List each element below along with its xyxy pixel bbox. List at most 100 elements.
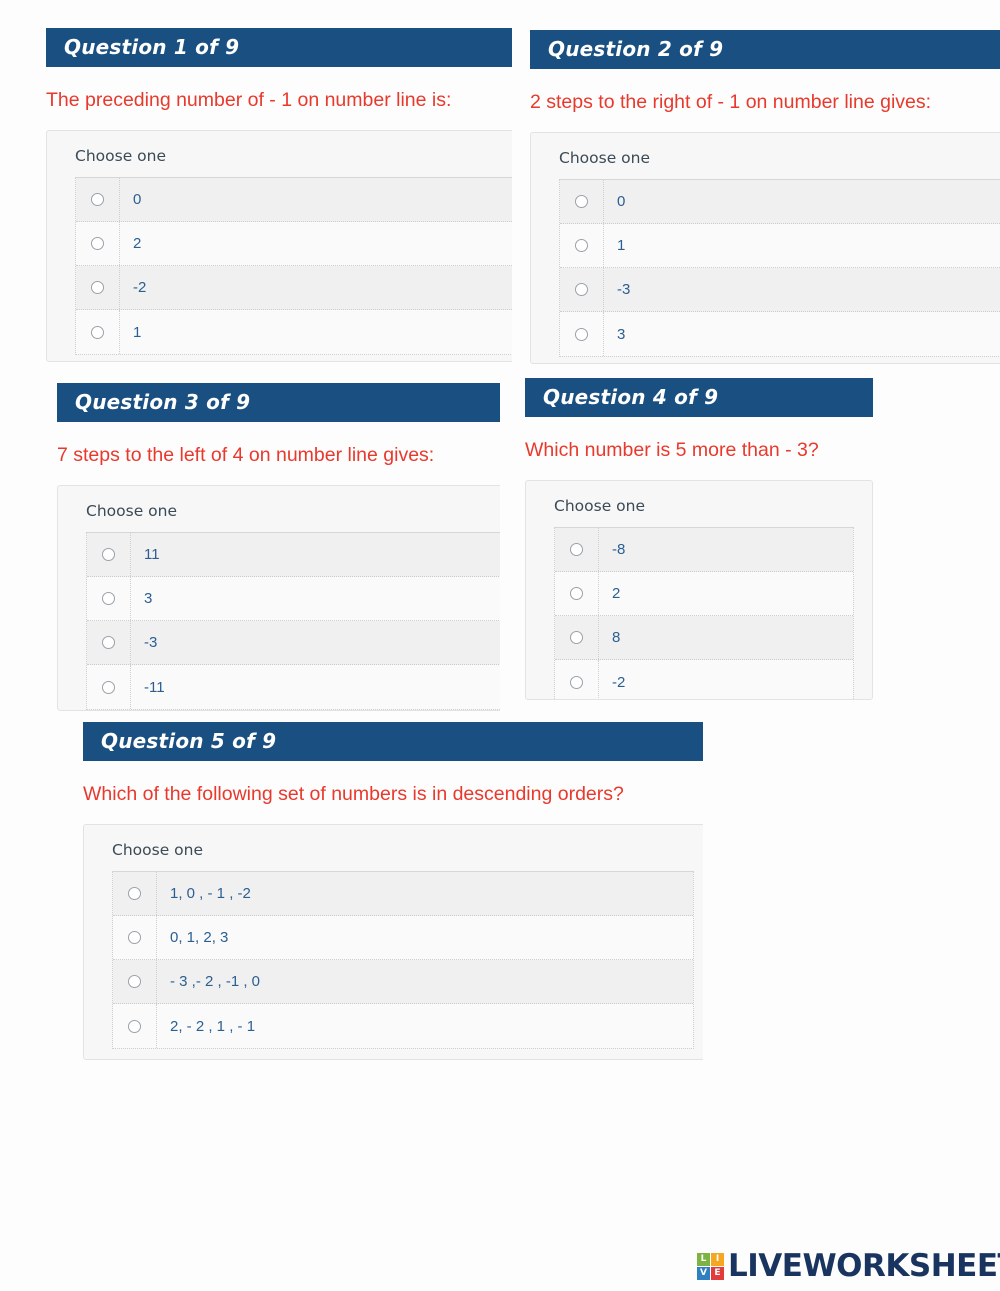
option-row[interactable]: -2 — [76, 266, 512, 311]
question-prompt-5: Which of the following set of numbers is… — [83, 783, 624, 805]
option-label: 3 — [144, 590, 153, 608]
logo-wordmark: LIVEWORKSHEETS — [728, 1247, 1000, 1284]
radio-cell[interactable] — [560, 180, 604, 224]
radio-button-icon[interactable] — [128, 931, 141, 945]
question-header-4: Question 4 of 9 — [525, 378, 873, 417]
radio-button-icon[interactable] — [102, 592, 115, 606]
choose-one-label-1: Choose one — [75, 147, 166, 166]
radio-cell[interactable] — [76, 222, 120, 266]
option-row[interactable]: 2 — [555, 572, 853, 617]
radio-cell[interactable] — [113, 872, 157, 916]
option-row[interactable]: 2, - 2 , 1 , - 1 — [113, 1004, 693, 1049]
options-table-1: 0 2 -2 1 — [75, 177, 512, 356]
options-table-5: 1, 0 , - 1 , -2 0, 1, 2, 3 - 3 ,- 2 , -1… — [112, 871, 694, 1050]
option-row[interactable]: 0 — [76, 178, 512, 223]
radio-button-icon[interactable] — [575, 327, 588, 341]
radio-cell[interactable] — [76, 178, 120, 222]
radio-button-icon[interactable] — [102, 680, 115, 694]
option-row[interactable]: 1 — [76, 310, 512, 355]
option-row[interactable]: 0 — [560, 180, 1000, 225]
question-block-2: Question 2 of 9 2 steps to the right of … — [530, 30, 1000, 368]
option-row[interactable]: 1, 0 , - 1 , -2 — [113, 872, 693, 917]
option-row[interactable]: -2 — [555, 660, 853, 700]
option-row[interactable]: 0, 1, 2, 3 — [113, 916, 693, 961]
logo-block-i: I — [711, 1252, 724, 1266]
option-label: 3 — [617, 325, 626, 343]
option-row[interactable]: -11 — [87, 665, 500, 710]
logo-block-l: L — [697, 1252, 710, 1266]
option-label: - 3 ,- 2 , -1 , 0 — [170, 973, 261, 991]
option-row[interactable]: 3 — [560, 312, 1000, 357]
radio-button-icon[interactable] — [91, 193, 104, 207]
option-label: -2 — [612, 673, 626, 691]
question-prompt-2: 2 steps to the right of - 1 on number li… — [530, 91, 932, 113]
question-header-1: Question 1 of 9 — [46, 28, 512, 67]
liveworksheets-logo[interactable]: L I V E LIVEWORKSHEETS — [697, 1248, 1000, 1284]
question-prompt-3: 7 steps to the left of 4 on number line … — [57, 444, 435, 466]
radio-cell[interactable] — [76, 266, 120, 310]
radio-cell[interactable] — [113, 1004, 157, 1049]
radio-cell[interactable] — [560, 224, 604, 268]
option-row[interactable]: 2 — [76, 222, 512, 267]
radio-button-icon[interactable] — [91, 281, 104, 295]
radio-cell[interactable] — [113, 916, 157, 960]
radio-cell[interactable] — [555, 572, 599, 616]
radio-cell[interactable] — [76, 310, 120, 355]
option-row[interactable]: 8 — [555, 616, 853, 661]
option-label: 2, - 2 , 1 , - 1 — [170, 1017, 256, 1035]
option-label: 2 — [133, 235, 142, 253]
radio-cell[interactable] — [87, 621, 131, 665]
option-row[interactable]: -8 — [555, 528, 853, 573]
question-prompt-4: Which number is 5 more than - 3? — [525, 439, 819, 461]
radio-cell[interactable] — [555, 660, 599, 700]
options-box-4: Choose one -8 2 8 -2 — [525, 480, 873, 701]
radio-button-icon[interactable] — [570, 587, 583, 601]
option-label: 1 — [617, 237, 626, 255]
choose-one-label-2: Choose one — [559, 149, 650, 168]
radio-cell[interactable] — [560, 268, 604, 312]
radio-button-icon[interactable] — [102, 548, 115, 562]
radio-button-icon[interactable] — [128, 1019, 141, 1033]
radio-button-icon[interactable] — [128, 975, 141, 989]
radio-button-icon[interactable] — [91, 237, 104, 251]
radio-button-icon[interactable] — [575, 283, 588, 297]
radio-button-icon[interactable] — [575, 239, 588, 253]
question-header-2: Question 2 of 9 — [530, 30, 1000, 69]
radio-cell[interactable] — [555, 616, 599, 660]
option-label: 11 — [144, 546, 160, 564]
question-header-3: Question 3 of 9 — [57, 383, 500, 422]
radio-cell[interactable] — [113, 960, 157, 1004]
question-block-1: Question 1 of 9 The preceding number of … — [46, 28, 512, 363]
radio-button-icon[interactable] — [575, 195, 588, 209]
question-block-3: Question 3 of 9 7 steps to the left of 4… — [57, 383, 500, 713]
options-table-4: -8 2 8 -2 — [554, 527, 854, 700]
radio-cell[interactable] — [87, 577, 131, 621]
radio-button-icon[interactable] — [570, 675, 583, 689]
radio-button-icon[interactable] — [91, 325, 104, 339]
radio-cell[interactable] — [87, 533, 131, 577]
option-row[interactable]: 1 — [560, 224, 1000, 269]
options-box-5: Choose one 1, 0 , - 1 , -2 0, 1, 2, 3 - … — [83, 824, 703, 1061]
radio-cell[interactable] — [555, 528, 599, 572]
option-label: -3 — [617, 281, 631, 299]
choose-one-label-5: Choose one — [112, 841, 203, 860]
radio-cell[interactable] — [560, 312, 604, 357]
radio-cell[interactable] — [87, 665, 131, 710]
options-table-2: 0 1 -3 3 — [559, 179, 1000, 358]
radio-button-icon[interactable] — [570, 543, 583, 557]
option-label: 0 — [133, 191, 142, 209]
option-row[interactable]: - 3 ,- 2 , -1 , 0 — [113, 960, 693, 1005]
option-row[interactable]: 11 — [87, 533, 500, 578]
options-box-3: Choose one 11 3 -3 -11 — [57, 485, 500, 712]
radio-button-icon[interactable] — [570, 631, 583, 645]
logo-blocks-icon: L I V E — [697, 1252, 724, 1280]
option-row[interactable]: 3 — [87, 577, 500, 622]
option-row[interactable]: -3 — [87, 621, 500, 666]
worksheet-page: Question 1 of 9 The preceding number of … — [0, 0, 1000, 1291]
radio-button-icon[interactable] — [128, 887, 141, 901]
logo-block-e: E — [711, 1266, 724, 1280]
radio-button-icon[interactable] — [102, 636, 115, 650]
option-row[interactable]: -3 — [560, 268, 1000, 313]
option-label: 0, 1, 2, 3 — [170, 929, 229, 947]
option-label: 2 — [612, 585, 621, 603]
